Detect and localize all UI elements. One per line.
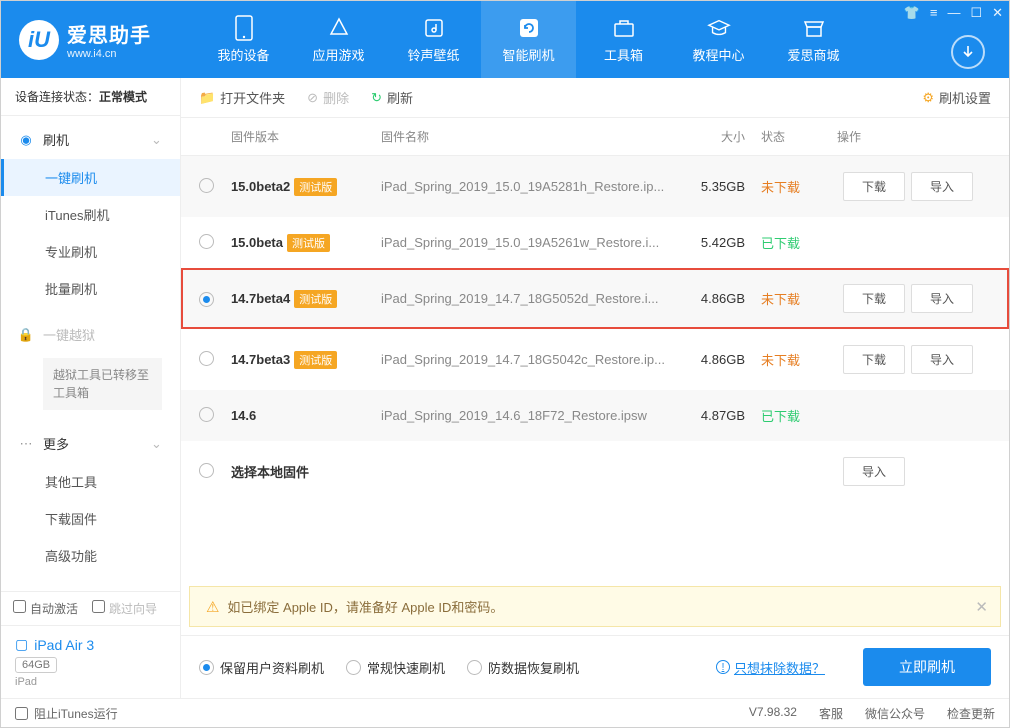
download-button[interactable]: 下载	[843, 345, 905, 374]
logo[interactable]: iU 爱思助手 www.i4.cn	[1, 19, 196, 60]
import-button[interactable]: 导入	[911, 284, 973, 313]
action-bar: 保留用户资料刷机 常规快速刷机 防数据恢复刷机 !只想抹除数据？ 立即刷机	[181, 635, 1009, 698]
erase-link[interactable]: !只想抹除数据？	[716, 658, 825, 677]
chevron-down-icon: ⌄	[151, 132, 162, 148]
row-radio[interactable]	[199, 178, 214, 193]
open-folder-button[interactable]: 📁 打开文件夹	[199, 88, 285, 107]
sidebar: 设备连接状态：正常模式 ◉ 刷机 ⌄ 一键刷机 iTunes刷机 专业刷机 批量…	[1, 78, 181, 698]
sidebar-item-download[interactable]: 下载固件	[1, 500, 180, 537]
footer: 阻止iTunes运行 V7.98.32 客服 微信公众号 检查更新	[1, 698, 1009, 727]
tablet-icon: ▢	[15, 636, 28, 653]
table-row[interactable]: 14.6iPad_Spring_2019_14.6_18F72_Restore.…	[181, 390, 1009, 441]
skip-guide-checkbox[interactable]: 跳过向导	[92, 600, 157, 617]
version-label: V7.98.32	[749, 705, 797, 722]
close-warning-button[interactable]: ✕	[975, 598, 988, 616]
nav-toolbox[interactable]: 工具箱	[576, 1, 671, 78]
graduation-icon	[707, 16, 731, 40]
settings-button[interactable]: ⚙ 刷机设置	[922, 88, 991, 107]
apps-icon	[327, 16, 351, 40]
nav-flash[interactable]: 智能刷机	[481, 1, 576, 78]
toolbox-icon	[612, 16, 636, 40]
refresh-button[interactable]: ↻ 刷新	[371, 88, 413, 107]
gear-icon: ⚙	[922, 90, 934, 106]
folder-icon: 📁	[199, 90, 215, 106]
row-radio[interactable]	[199, 234, 214, 249]
window-controls: 👕 ≡ — ☐ ✕	[904, 5, 1003, 21]
delete-button[interactable]: ⊘ 删除	[307, 88, 349, 107]
close-icon[interactable]: ✕	[992, 5, 1003, 21]
table-row[interactable]: 14.7beta3测试版iPad_Spring_2019_14.7_18G504…	[181, 329, 1009, 390]
music-icon	[422, 16, 446, 40]
warn-icon: ⚠	[206, 598, 219, 616]
main-nav: 我的设备 应用游戏 铃声壁纸 智能刷机 工具箱 教程中心 爱思商城	[196, 1, 861, 78]
nav-my-device[interactable]: 我的设备	[196, 1, 291, 78]
table-row[interactable]: 14.7beta4测试版iPad_Spring_2019_14.7_18G505…	[181, 268, 1009, 329]
refresh-icon: ↻	[371, 90, 382, 106]
nav-apps[interactable]: 应用游戏	[291, 1, 386, 78]
logo-icon: iU	[19, 20, 59, 60]
table-header: 固件版本 固件名称 大小 状态 操作	[181, 118, 1009, 156]
lock-icon: 🔒	[19, 327, 33, 343]
delete-icon: ⊘	[307, 90, 318, 106]
sidebar-item-tools[interactable]: 其他工具	[1, 463, 180, 500]
table-row[interactable]: 15.0beta测试版iPad_Spring_2019_15.0_19A5261…	[181, 217, 1009, 268]
sidebar-more-head[interactable]: ⋯ 更多 ⌄	[1, 424, 180, 463]
flash-opt-fast[interactable]: 常规快速刷机	[346, 658, 445, 677]
row-radio[interactable]	[199, 351, 214, 366]
minimize-icon[interactable]: —	[947, 5, 960, 21]
sidebar-item-advanced[interactable]: 高级功能	[1, 537, 180, 574]
download-button[interactable]	[951, 35, 985, 69]
wechat-link[interactable]: 微信公众号	[865, 705, 925, 722]
more-icon: ⋯	[19, 436, 33, 452]
jailbreak-note: 越狱工具已转移至工具箱	[43, 358, 162, 410]
download-button[interactable]: 下载	[843, 284, 905, 313]
menu-icon[interactable]: ≡	[930, 5, 938, 21]
table-row[interactable]: 15.0beta2测试版iPad_Spring_2019_15.0_19A528…	[181, 156, 1009, 217]
device-info[interactable]: ▢ iPad Air 3 64GB iPad	[1, 625, 180, 698]
import-button[interactable]: 导入	[843, 457, 905, 486]
flash-opt-secure[interactable]: 防数据恢复刷机	[467, 658, 579, 677]
app-url: www.i4.cn	[67, 48, 151, 60]
row-radio[interactable]	[199, 292, 214, 307]
refresh-icon	[517, 16, 541, 40]
store-icon	[802, 16, 826, 40]
row-radio[interactable]	[199, 463, 214, 478]
block-itunes-checkbox[interactable]: 阻止iTunes运行	[15, 705, 118, 722]
flash-now-button[interactable]: 立即刷机	[863, 648, 991, 686]
row-radio[interactable]	[199, 407, 214, 422]
sidebar-item-pro[interactable]: 专业刷机	[1, 233, 180, 270]
flash-icon: ◉	[19, 132, 33, 148]
chevron-down-icon: ⌄	[151, 436, 162, 452]
connection-status: 设备连接状态：正常模式	[1, 78, 180, 116]
flash-opt-keep[interactable]: 保留用户资料刷机	[199, 658, 324, 677]
app-header: iU 爱思助手 www.i4.cn 我的设备 应用游戏 铃声壁纸 智能刷机 工具…	[1, 1, 1009, 78]
nav-tutorials[interactable]: 教程中心	[671, 1, 766, 78]
sidebar-item-itunes[interactable]: iTunes刷机	[1, 196, 180, 233]
toolbar: 📁 打开文件夹 ⊘ 删除 ↻ 刷新 ⚙ 刷机设置	[181, 78, 1009, 118]
storage-badge: 64GB	[15, 657, 57, 673]
update-link[interactable]: 检查更新	[947, 705, 995, 722]
sidebar-item-oneclick[interactable]: 一键刷机	[1, 159, 180, 196]
warning-bar: ⚠ 如已绑定 Apple ID，请准备好 Apple ID和密码。 ✕	[189, 586, 1001, 627]
app-name: 爱思助手	[67, 19, 151, 48]
service-link[interactable]: 客服	[819, 705, 843, 722]
tshirt-icon[interactable]: 👕	[904, 5, 920, 21]
auto-activate-checkbox[interactable]: 自动激活	[13, 600, 78, 617]
phone-icon	[232, 16, 256, 40]
nav-store[interactable]: 爱思商城	[766, 1, 861, 78]
main-panel: 📁 打开文件夹 ⊘ 删除 ↻ 刷新 ⚙ 刷机设置 固件版本 固件名称 大小 状态…	[181, 78, 1009, 698]
sidebar-jailbreak-head: 🔒 一键越狱	[1, 315, 180, 354]
download-button[interactable]: 下载	[843, 172, 905, 201]
sidebar-item-batch[interactable]: 批量刷机	[1, 270, 180, 307]
nav-ringtones[interactable]: 铃声壁纸	[386, 1, 481, 78]
import-button[interactable]: 导入	[911, 345, 973, 374]
firmware-list: 15.0beta2测试版iPad_Spring_2019_15.0_19A528…	[181, 156, 1009, 502]
import-button[interactable]: 导入	[911, 172, 973, 201]
sidebar-flash-head[interactable]: ◉ 刷机 ⌄	[1, 120, 180, 159]
table-row[interactable]: 选择本地固件导入	[181, 441, 1009, 502]
maximize-icon[interactable]: ☐	[970, 5, 982, 21]
